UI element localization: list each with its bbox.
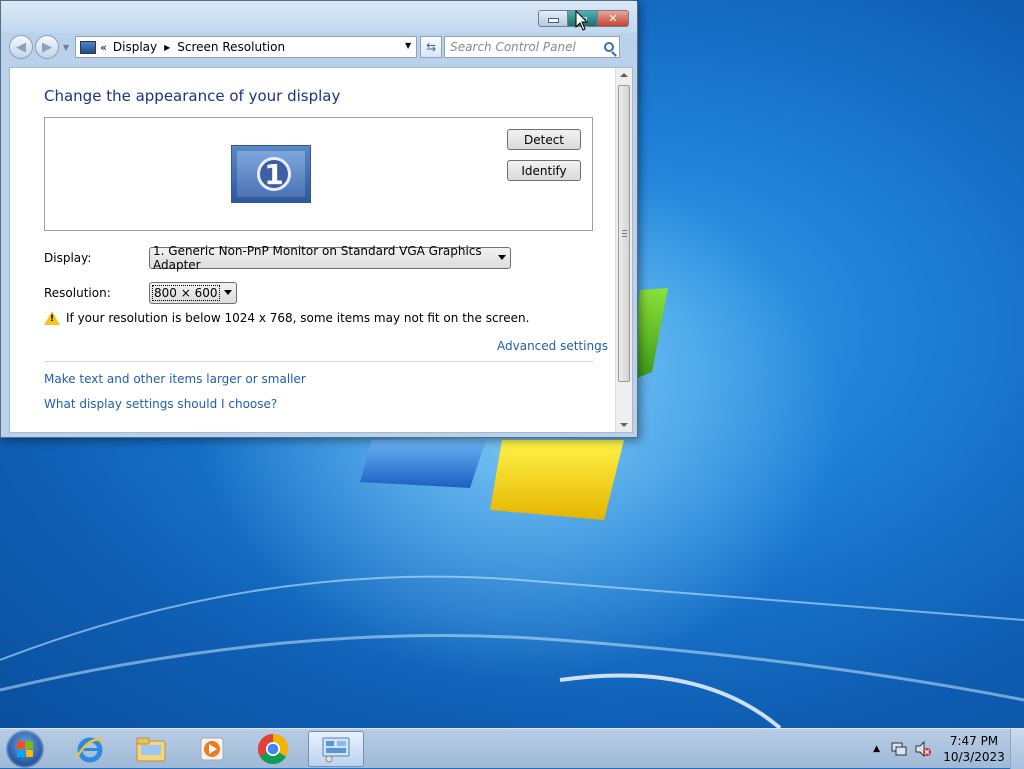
taskbar-control-panel[interactable] <box>308 731 364 767</box>
back-button[interactable]: ◀ <box>9 35 33 59</box>
scrollbar-thumb[interactable] <box>618 85 630 382</box>
content-pane: Change the appearance of your display 1 … <box>9 67 633 433</box>
search-box[interactable]: Search Control Panel <box>444 36 621 58</box>
display-label: Display: <box>44 251 92 265</box>
breadcrumb-display[interactable]: Display <box>113 40 157 54</box>
warning-icon: ! <box>44 311 60 325</box>
taskbar-internet-explorer[interactable] <box>62 731 118 767</box>
display-settings-help-link[interactable]: What display settings should I choose? <box>44 397 277 411</box>
resolution-select[interactable]: 800 × 600 <box>149 282 237 304</box>
chrome-icon <box>257 734 289 765</box>
system-tray: ▲ 7:47 PM 10/3/2023 <box>873 729 1024 769</box>
warning-text: If your resolution is below 1024 x 768, … <box>66 311 530 325</box>
taskbar-media-player[interactable] <box>184 731 240 767</box>
resolution-warning: ! If your resolution is below 1024 x 768… <box>44 311 529 325</box>
address-dropdown-icon[interactable]: ▼ <box>405 41 411 50</box>
taskbar-chrome[interactable] <box>245 731 301 767</box>
back-arrow-icon: ◀ <box>16 39 26 55</box>
media-player-icon <box>200 737 224 761</box>
chevron-down-icon <box>224 290 232 295</box>
search-input[interactable]: Search Control Panel <box>450 40 576 54</box>
forward-arrow-icon: ▶ <box>42 39 52 55</box>
forward-button[interactable]: ▶ <box>35 35 59 59</box>
internet-explorer-icon <box>75 737 104 763</box>
refresh-button[interactable]: ⇆ <box>420 36 443 58</box>
close-button[interactable]: ✕ <box>598 10 629 27</box>
control-panel-icon <box>322 737 350 763</box>
page-title: Change the appearance of your display <box>44 87 341 105</box>
display-select[interactable]: 1. Generic Non-PnP Monitor on Standard V… <box>149 244 511 272</box>
clock-time: 7:47 PM <box>949 734 999 748</box>
taskbar-file-explorer[interactable] <box>123 731 179 767</box>
identify-button[interactable]: Identify <box>507 160 581 181</box>
folder-icon <box>136 737 166 762</box>
clock[interactable]: 7:47 PM 10/3/2023 <box>938 733 1010 765</box>
recent-pages-dropdown[interactable]: ▼ <box>63 43 69 52</box>
make-text-larger-link[interactable]: Make text and other items larger or smal… <box>44 372 306 386</box>
display-select-value: 1. Generic Non-PnP Monitor on Standard V… <box>153 244 482 272</box>
vertical-scrollbar[interactable] <box>615 68 632 432</box>
volume-muted-icon[interactable] <box>914 741 932 757</box>
scroll-up-icon[interactable] <box>620 73 628 77</box>
monitor-number: 1 <box>257 157 291 191</box>
address-overflow-chevron[interactable]: « <box>100 41 107 54</box>
search-icon[interactable] <box>604 42 615 52</box>
scroll-down-icon[interactable] <box>620 423 628 427</box>
advanced-settings-link[interactable]: Advanced settings <box>497 339 608 353</box>
breadcrumb-screen-resolution[interactable]: Screen Resolution <box>177 40 285 54</box>
navigation-bar: ◀ ▶ ▼ « Display ▶ Screen Resolution ▼ ⇆ … <box>9 34 629 60</box>
windows-flag-icon <box>17 741 33 757</box>
show-hidden-icons-icon[interactable]: ▲ <box>873 744 880 754</box>
close-icon: ✕ <box>608 12 618 25</box>
detect-button[interactable]: Detect <box>507 129 581 150</box>
mouse-cursor-icon <box>575 10 589 31</box>
control-panel-icon <box>80 40 97 54</box>
address-bar[interactable]: « Display ▶ Screen Resolution ▼ <box>75 36 418 58</box>
grip-icon <box>622 230 627 237</box>
minimize-icon <box>547 18 559 23</box>
control-panel-window: ▭ ✕ ◀ ▶ ▼ « Display ▶ Screen Resolution … <box>0 0 638 438</box>
chevron-down-icon <box>498 255 506 260</box>
clock-date: 10/3/2023 <box>943 750 1005 764</box>
divider <box>44 361 593 362</box>
monitor-screen: 1 <box>237 151 305 197</box>
minimize-button[interactable] <box>538 10 568 27</box>
network-icon[interactable] <box>890 741 908 757</box>
refresh-icon: ⇆ <box>426 40 437 54</box>
monitor-preview-box: 1 Detect Identify <box>44 117 593 231</box>
taskbar: ▲ 7:47 PM 10/3/2023 <box>0 728 1024 769</box>
resolution-select-value: 800 × 600 <box>152 285 220 301</box>
start-button[interactable] <box>6 730 44 768</box>
show-desktop-button[interactable] <box>1010 729 1024 769</box>
monitor-1-icon[interactable]: 1 <box>231 145 311 203</box>
breadcrumb-separator-icon[interactable]: ▶ <box>164 43 170 52</box>
resolution-label: Resolution: <box>44 286 111 300</box>
